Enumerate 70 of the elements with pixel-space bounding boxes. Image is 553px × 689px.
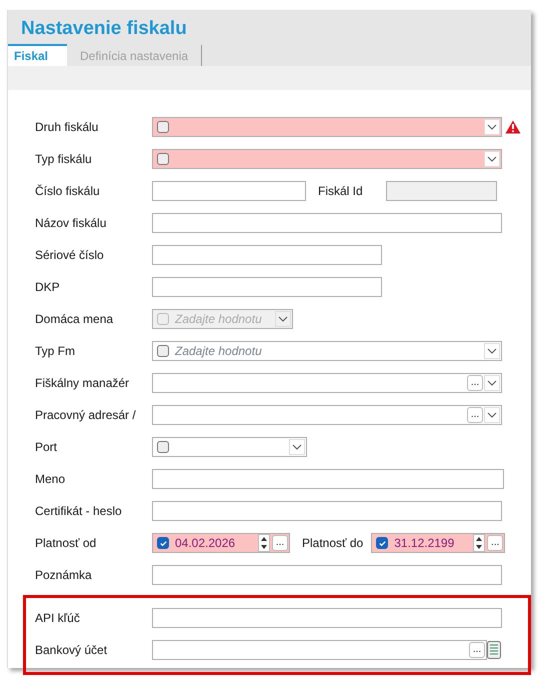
placeholder: Zadajte hodnotu xyxy=(175,344,263,358)
browse-button[interactable]: ... xyxy=(272,535,288,551)
field-label: Poznámka xyxy=(35,568,93,582)
spin-button[interactable] xyxy=(473,534,486,552)
input-field[interactable] xyxy=(152,181,306,201)
input-field[interactable] xyxy=(152,565,502,585)
list-icon[interactable] xyxy=(487,641,501,659)
field-label: Sériové číslo xyxy=(35,248,105,262)
check-icon xyxy=(158,538,168,548)
checkbox[interactable] xyxy=(157,153,169,165)
date-field[interactable]: 04.02.2026 ... xyxy=(152,533,290,553)
checkbox[interactable] xyxy=(157,345,169,357)
browse-button[interactable]: ... xyxy=(467,375,483,391)
date-value: 31.12.2199 xyxy=(394,536,454,550)
check-icon xyxy=(378,538,387,548)
input-field[interactable] xyxy=(152,213,502,233)
dropdown-button[interactable] xyxy=(484,343,500,359)
field-label: DKP xyxy=(35,280,61,294)
browse-button[interactable]: ... xyxy=(487,535,504,551)
chevron-down-icon xyxy=(487,348,497,354)
field-label: Domáca mena xyxy=(35,312,114,326)
field-label: Druh fiskálu xyxy=(35,120,100,134)
date-field[interactable]: 31.12.2199 ... xyxy=(371,533,506,553)
dropdown-button[interactable] xyxy=(289,439,305,455)
dropdown-button[interactable] xyxy=(484,119,500,135)
input-field[interactable] xyxy=(152,277,382,297)
dropdown-button[interactable] xyxy=(484,375,500,391)
field-label: Pracovný adresár / xyxy=(35,408,137,422)
chevron-down-icon xyxy=(278,316,288,322)
input-field[interactable] xyxy=(152,469,504,489)
field-label: Certifikát - heslo xyxy=(35,504,123,518)
browse-button[interactable]: ... xyxy=(467,407,483,423)
checkbox[interactable] xyxy=(376,537,388,549)
input-field[interactable]: ... xyxy=(152,405,502,425)
field-label: Typ Fm xyxy=(35,344,76,358)
field-label: Fiškálny manažér xyxy=(35,376,130,390)
input-field[interactable] xyxy=(152,245,382,265)
field-label: Číslo fiskálu xyxy=(35,184,101,198)
field-label: Názov fiskálu xyxy=(35,216,108,230)
checkbox[interactable] xyxy=(157,121,169,133)
chevron-down-icon xyxy=(487,124,497,130)
checkbox[interactable] xyxy=(157,537,169,549)
chevron-down-icon xyxy=(487,380,497,386)
field-label: Meno xyxy=(35,472,66,486)
checkbox[interactable] xyxy=(157,441,169,453)
dropdown-field[interactable] xyxy=(152,149,502,169)
spin-button[interactable] xyxy=(258,534,270,552)
chevron-down-icon xyxy=(292,444,302,450)
input-field[interactable] xyxy=(152,608,502,628)
field-label: Port xyxy=(35,440,58,454)
window-title: Nastavenie fiskalu xyxy=(21,17,188,41)
dropdown-field[interactable] xyxy=(152,117,502,137)
chevron-down-icon xyxy=(487,156,497,162)
chevron-down-icon xyxy=(487,412,497,418)
field-label: Platnosť do xyxy=(302,536,364,550)
field-label: Fiskál Id xyxy=(318,184,364,198)
field-label: API kľúč xyxy=(35,611,81,625)
dropdown-button[interactable] xyxy=(484,151,500,167)
field-label: Platnosť od xyxy=(35,536,98,550)
date-value: 04.02.2026 xyxy=(175,536,236,550)
browse-button[interactable]: ... xyxy=(469,642,485,658)
field-label: Typ fiskálu xyxy=(35,152,93,166)
dropdown-field[interactable] xyxy=(152,437,307,457)
dropdown-button[interactable] xyxy=(484,407,500,423)
dropdown-field[interactable]: Zadajte hodnotu xyxy=(152,341,502,361)
input-field[interactable]: ... xyxy=(152,373,502,393)
placeholder: Zadajte hodnotu xyxy=(175,312,263,326)
input-field[interactable]: ... xyxy=(152,640,487,660)
field-label: Bankový účet xyxy=(35,643,108,657)
input-field[interactable] xyxy=(152,501,502,521)
